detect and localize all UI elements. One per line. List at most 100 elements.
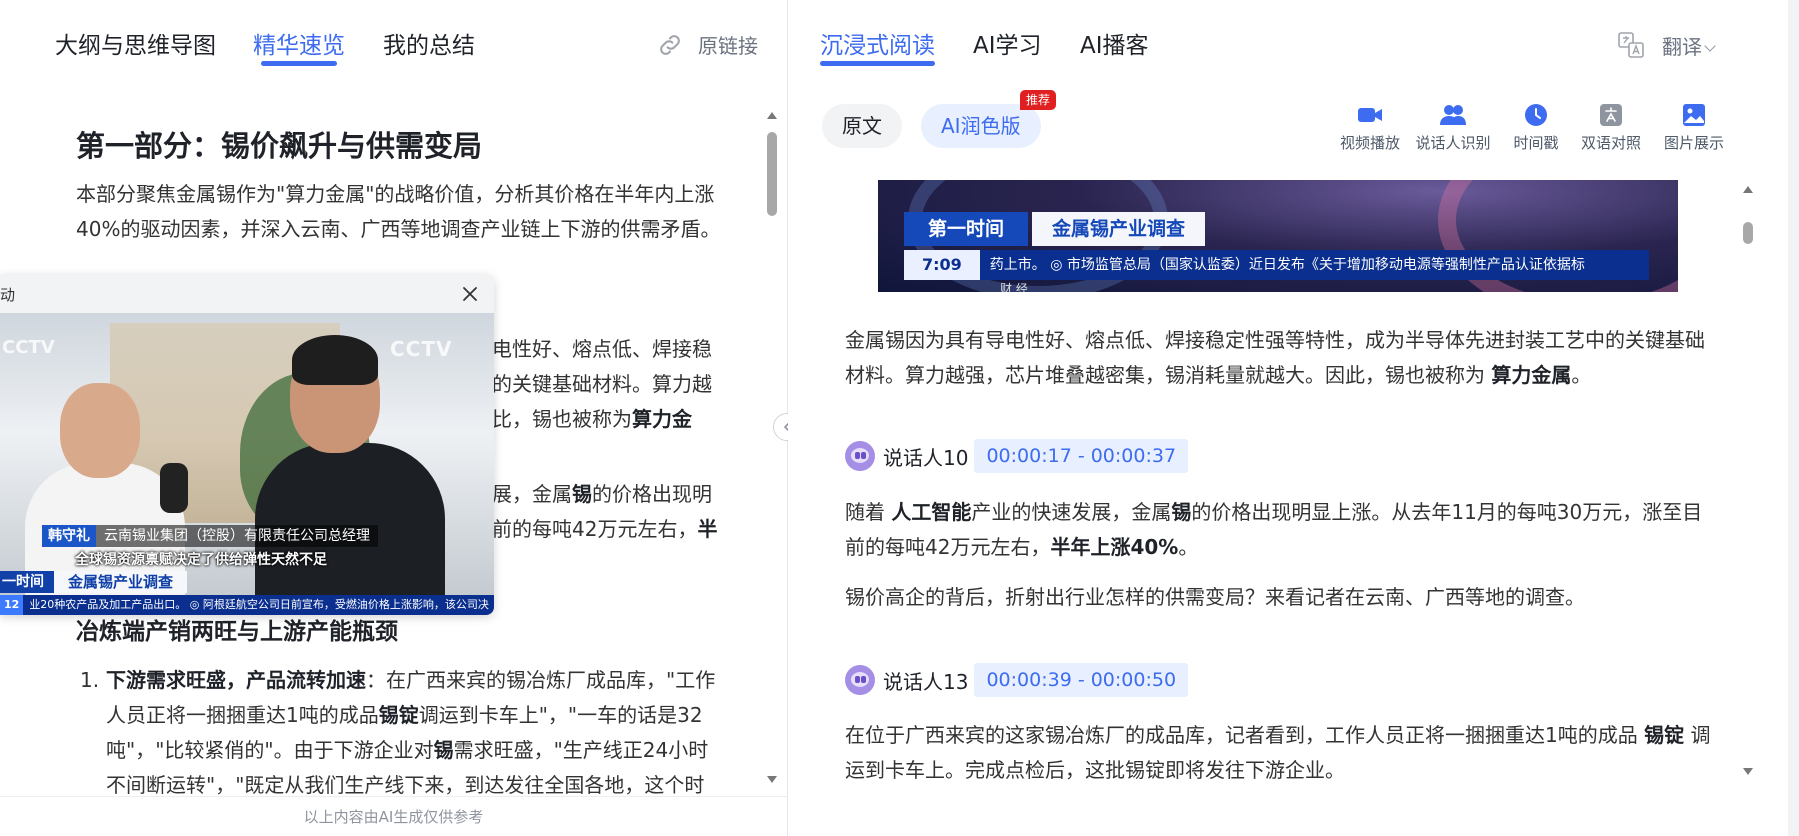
- video-thumbnail-image[interactable]: 第一时间 金属锡产业调查 7:09 药上市。 ◎ 市场监管总局（国家认监委）近日…: [878, 180, 1678, 292]
- chevron-down-icon: [1704, 39, 1716, 52]
- ordered-list: 1. 下游需求旺盛，产品流转加速：在广西来宾的锡冶炼厂成品库，"工作人员正将一捆…: [80, 663, 720, 795]
- video-caption: 全球锡资源禀赋决定了供给弹性天然不足: [75, 552, 327, 568]
- transcript-paragraph: 锡价高企的背后，折射出行业怎样的供需变局？来看记者在云南、广西等地的调查。: [845, 585, 1585, 609]
- scroll-up-arrow-icon[interactable]: [1743, 186, 1753, 193]
- speaker-name: 说话人13: [883, 669, 969, 694]
- transcript-bold: 人工智能: [891, 500, 972, 524]
- tab-label: 沉浸式阅读: [820, 33, 935, 59]
- image-display-button[interactable]: 图片展示: [1654, 102, 1734, 153]
- toolbar-label: 时间戳: [1513, 134, 1559, 152]
- interviewee-head: [60, 383, 140, 478]
- ai-polished-button[interactable]: AI润色版: [921, 104, 1041, 148]
- close-icon[interactable]: [459, 283, 481, 305]
- right-pane: 沉浸式阅读 AI学习 AI播客 翻译 原文 AI润色版 推荐 视频播放 说话人识…: [788, 0, 1788, 836]
- tab-label: 精华速览: [253, 33, 345, 59]
- para-bold: 算力金: [632, 407, 692, 431]
- news-ticker: 12 业20种农产品及加工产品出口。 ◎ 阿根廷航空公司日前宣布，受燃油价格上涨影…: [0, 595, 494, 615]
- program-topic: 金属锡产业调查: [54, 571, 188, 593]
- left-scrollbar[interactable]: [764, 112, 780, 792]
- toolbar-label: 图片展示: [1663, 134, 1724, 152]
- tab-label: AI播客: [1080, 33, 1149, 59]
- image-icon: [1683, 104, 1705, 126]
- program-topic: 金属锡产业调查: [1032, 212, 1206, 246]
- translate-dropdown[interactable]: 翻译: [1616, 30, 1716, 60]
- speaker-row: 说话人13 00:00:39 - 00:00:50: [845, 663, 1189, 697]
- clock-icon: [1525, 104, 1547, 126]
- ai-disclaimer: 以上内容由AI生成仅供参考: [0, 796, 787, 836]
- transcript-bold: 算力金属: [1491, 363, 1572, 387]
- video-player-title: 动: [0, 286, 16, 304]
- person-role: 云南锡业集团（控股）有限责任公司总经理: [96, 525, 378, 547]
- tab-label: 我的总结: [383, 33, 475, 59]
- channel-logo: CCTV: [2, 337, 55, 358]
- transcript-text: 产业的快速发展，金属: [971, 500, 1172, 524]
- list-item: 下游需求旺盛，产品流转加速：在广西来宾的锡冶炼厂成品库，"工作人员正将一捆捆重达…: [80, 663, 720, 795]
- scroll-thumb[interactable]: [1743, 222, 1753, 244]
- transcript-paragraph: 随着 人工智能产业的快速发展，金属锡的价格出现明显上涨。从去年11月的每吨30万…: [845, 495, 1715, 565]
- transcript-text: 。: [1178, 535, 1199, 559]
- ticker-time: 12: [0, 595, 24, 615]
- list-bold: 锡锭: [378, 703, 419, 727]
- timestamp-button[interactable]: 时间戳: [1496, 102, 1576, 153]
- window-edge: [1788, 0, 1799, 836]
- tab-immersive-reading[interactable]: 沉浸式阅读: [820, 26, 935, 66]
- avatar-eye: [861, 676, 866, 683]
- transcript-bold: 锡锭: [1644, 723, 1685, 747]
- original-link-button[interactable]: 原链接: [656, 30, 758, 59]
- speaker-avatar: [845, 441, 875, 471]
- subsection-title: 冶炼端产销两旺与上游产能瓶颈: [76, 619, 398, 645]
- avatar-eye: [861, 452, 866, 459]
- translate-icon: [1600, 104, 1622, 126]
- transcript-text: 随着: [845, 500, 892, 524]
- para-bold: 半: [697, 517, 718, 541]
- scroll-down-arrow-icon[interactable]: [1743, 768, 1753, 775]
- program-banner: 第一时间 金属锡产业调查: [904, 212, 1206, 246]
- list-number: 1.: [80, 668, 100, 692]
- bilingual-button[interactable]: 双语对照: [1571, 102, 1651, 153]
- translate-icon: [1618, 32, 1644, 58]
- ticker-time: 7:09: [904, 250, 980, 280]
- video-frame[interactable]: CCTV CCTV 韩守礼 云南锡业集团（控股）有限责任公司总经理 全球锡资源禀…: [0, 313, 494, 615]
- translate-label: 翻译: [1662, 31, 1716, 60]
- tab-ai-podcast[interactable]: AI播客: [1080, 26, 1149, 60]
- link-icon: [660, 34, 680, 55]
- video-play-button[interactable]: 视频播放: [1330, 102, 1410, 153]
- tab-outline-mindmap[interactable]: 大纲与思维导图: [55, 26, 216, 60]
- timestamp-chip[interactable]: 00:00:17 - 00:00:37: [974, 439, 1189, 473]
- timestamp-chip[interactable]: 00:00:39 - 00:00:50: [974, 663, 1189, 697]
- speakers-icon: [1440, 105, 1466, 125]
- video-camera-icon: [1358, 108, 1382, 122]
- avatar-eye: [855, 676, 860, 683]
- floating-video-player[interactable]: 动 CCTV CCTV 韩守礼 云南锡业集团（控股）有限责任公司总经理 全球锡资…: [0, 275, 494, 615]
- thumbnail-bottom-text: 财 经: [1000, 282, 1028, 292]
- left-tab-bar: 大纲与思维导图 精华速览 我的总结 原链接: [0, 0, 787, 80]
- para-text: 前的每吨42万元左右，: [492, 517, 698, 541]
- person-name: 韩守礼: [42, 525, 96, 547]
- toolbar-label: 双语对照: [1580, 134, 1641, 152]
- section-intro: 本部分聚焦金属锡作为"算力金属"的战略价值，分析其价格在半年内上涨40%的驱动因…: [76, 182, 721, 241]
- tab-label: 大纲与思维导图: [55, 33, 216, 59]
- para-text: 展，金属: [492, 482, 572, 506]
- tab-label: AI学习: [973, 33, 1042, 59]
- recommended-badge: 推荐: [1020, 90, 1057, 110]
- microphone: [160, 463, 188, 513]
- scroll-thumb[interactable]: [767, 132, 777, 216]
- scroll-down-arrow-icon[interactable]: [767, 776, 777, 783]
- tab-my-summary[interactable]: 我的总结: [383, 26, 475, 60]
- original-link-label: 原链接: [698, 34, 758, 58]
- original-text-button[interactable]: 原文: [822, 104, 902, 148]
- speaker-avatar: [845, 665, 875, 695]
- scroll-up-arrow-icon[interactable]: [767, 112, 777, 119]
- right-scrollbar[interactable]: [1740, 186, 1756, 776]
- speaker-identification-button[interactable]: 说话人识别: [1413, 102, 1493, 153]
- list-bold: 下游需求旺盛，产品流转加速: [106, 668, 366, 692]
- transcript-text: 在位于广西来宾的这家锡冶炼厂的成品库，记者看到，工作人员正将一捆捆重达1吨的成品: [845, 723, 1645, 747]
- tab-highlights[interactable]: 精华速览: [253, 26, 345, 66]
- avatar-face: [851, 672, 869, 687]
- transcript-paragraph: 金属锡因为具有导电性好、熔点低、焊接稳定性强等特性，成为半导体先进封装工艺中的关…: [845, 323, 1715, 393]
- tab-ai-learning[interactable]: AI学习: [973, 26, 1042, 60]
- avatar-face: [851, 448, 869, 463]
- toolbar-label: 说话人识别: [1415, 134, 1491, 152]
- video-player-header[interactable]: 动: [0, 275, 494, 313]
- channel-logo: CCTV: [390, 337, 453, 361]
